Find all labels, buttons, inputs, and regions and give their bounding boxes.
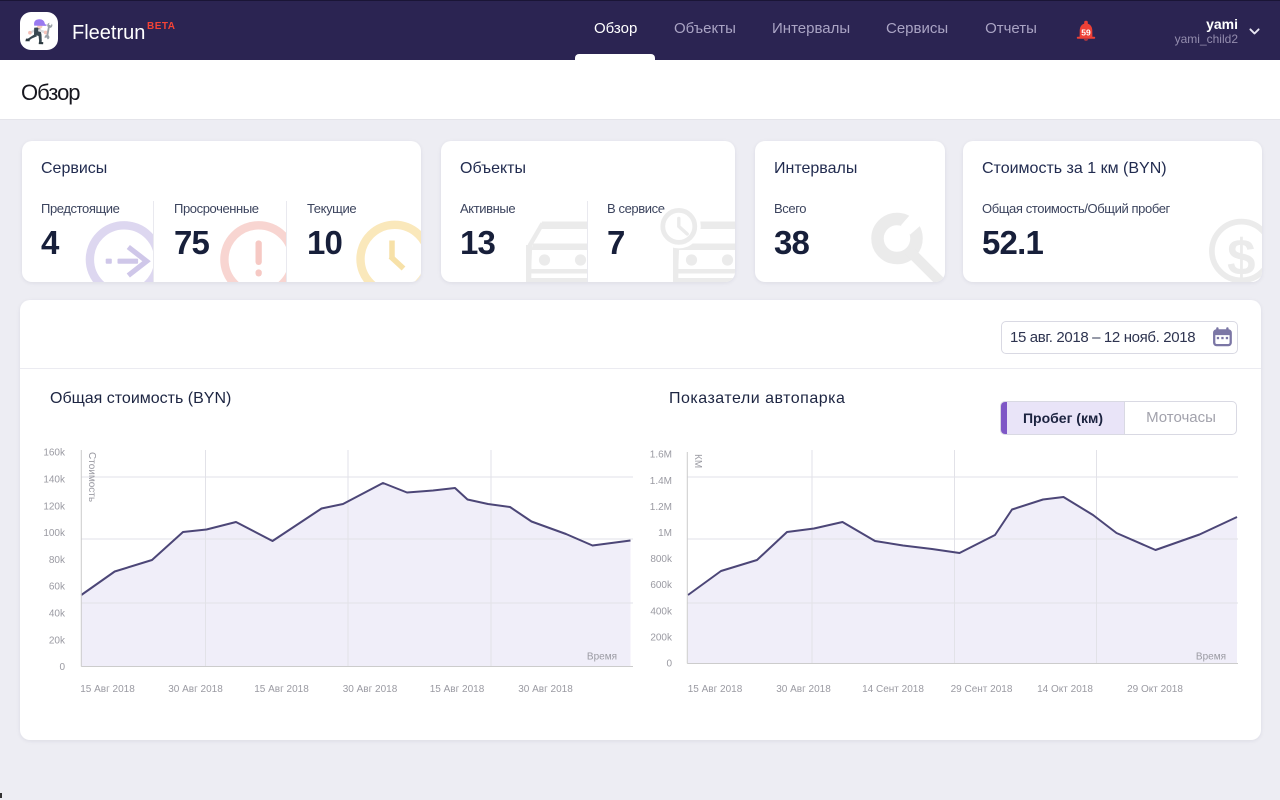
svg-text:30 Авг 2018: 30 Авг 2018 (343, 684, 398, 695)
svg-text:80k: 80k (49, 555, 66, 566)
svg-text:600k: 600k (650, 580, 673, 591)
svg-text:Стоимость: Стоимость (86, 452, 97, 502)
svg-text:100k: 100k (43, 528, 66, 539)
svg-text:60k: 60k (49, 582, 66, 593)
svg-text:0: 0 (59, 662, 65, 673)
svg-text:$: $ (1227, 229, 1255, 283)
svg-text:160k: 160k (43, 448, 66, 459)
svg-text:800k: 800k (650, 554, 673, 565)
svg-text:14 Окт 2018: 14 Окт 2018 (1037, 684, 1093, 695)
svg-text:40k: 40k (49, 609, 66, 620)
svg-text:КМ: КМ (692, 454, 703, 468)
svg-text:120k: 120k (43, 501, 66, 512)
svg-text:14 Сент 2018: 14 Сент 2018 (862, 684, 924, 695)
svg-text:29 Сент 2018: 29 Сент 2018 (951, 684, 1013, 695)
svg-text:15 Авг 2018: 15 Авг 2018 (80, 684, 135, 695)
svg-text:29 Окт 2018: 29 Окт 2018 (1127, 684, 1183, 695)
svg-text:15 Авг 2018: 15 Авг 2018 (254, 684, 309, 695)
svg-text:400k: 400k (650, 606, 673, 617)
svg-text:15 Авг 2018: 15 Авг 2018 (430, 684, 485, 695)
svg-text:1.4M: 1.4M (650, 476, 672, 487)
svg-text:1.6M: 1.6M (650, 450, 672, 461)
svg-text:200k: 200k (650, 632, 673, 643)
svg-text:1M: 1M (658, 528, 672, 539)
svg-text:0: 0 (666, 659, 672, 670)
svg-text:30 Авг 2018: 30 Авг 2018 (518, 684, 573, 695)
svg-text:1.2M: 1.2M (650, 502, 672, 513)
svg-text:30 Авг 2018: 30 Авг 2018 (168, 684, 223, 695)
svg-text:Время: Время (1196, 652, 1226, 663)
svg-text:Время: Время (587, 652, 617, 663)
svg-text:15 Авг 2018: 15 Авг 2018 (688, 684, 743, 695)
svg-text:20k: 20k (49, 635, 66, 646)
svg-text:30 Авг 2018: 30 Авг 2018 (776, 684, 831, 695)
svg-text:140k: 140k (43, 475, 66, 486)
